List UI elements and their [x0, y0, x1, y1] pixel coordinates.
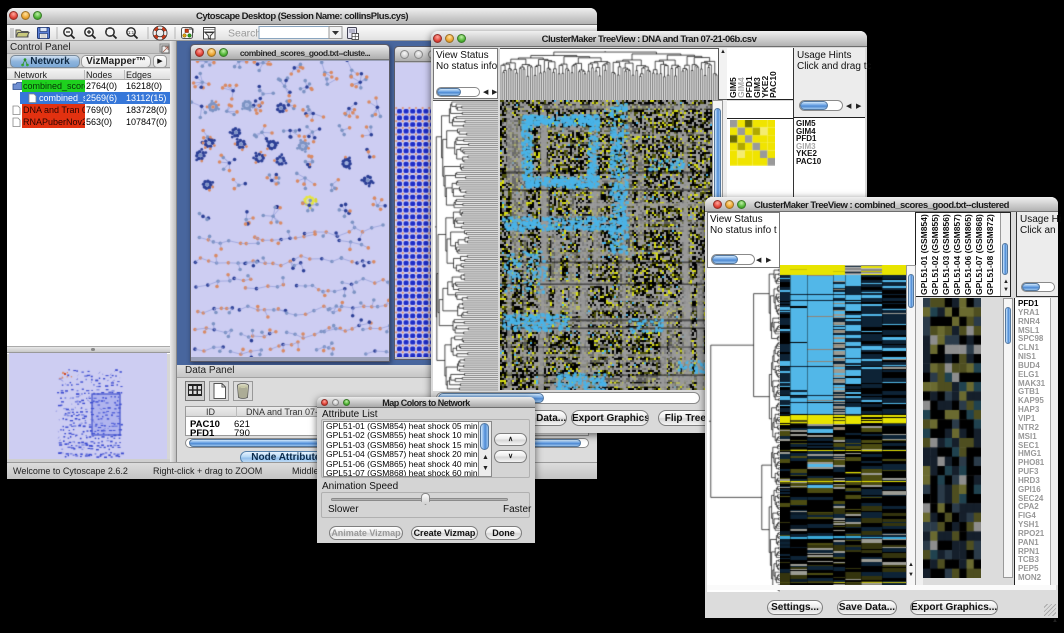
- svg-text:1:1: 1:1: [128, 30, 135, 35]
